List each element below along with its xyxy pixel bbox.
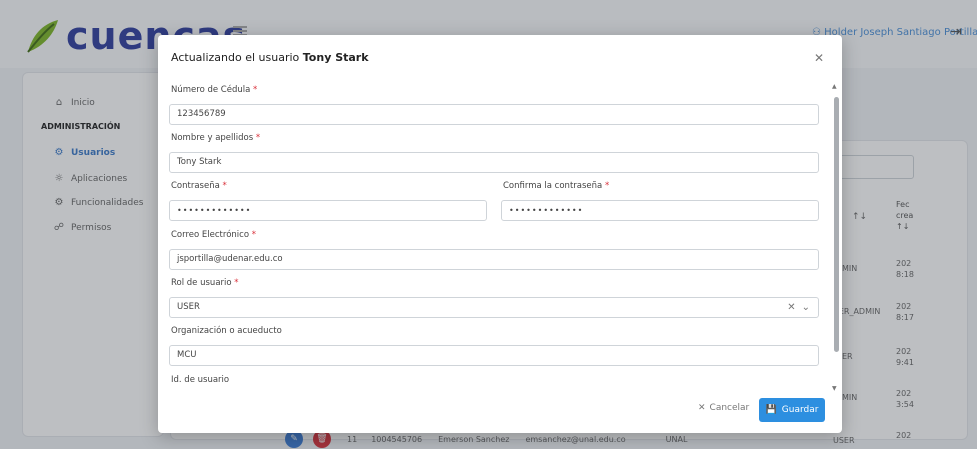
required-mark: * [255, 133, 261, 143]
id-usuario-label: Id. de usuario [171, 375, 229, 385]
save-label: Guardar [781, 405, 819, 415]
required-mark: * [234, 278, 239, 288]
nombre-field[interactable]: Tony Stark [169, 152, 819, 173]
required-mark: * [253, 85, 258, 95]
select-controls: ✕ ⌄ [787, 298, 810, 317]
label-text: Nombre y apellidos [171, 133, 254, 143]
required-mark: * [604, 181, 610, 191]
user-form: Número de Cédula * 123456789 Nombre y ap… [158, 79, 830, 395]
cancel-button[interactable]: ✕ Cancelar [698, 403, 749, 413]
modal-header: Actualizando el usuario Tony Stark ✕ [158, 35, 842, 79]
close-icon[interactable]: ✕ [814, 51, 824, 65]
edit-user-modal: Actualizando el usuario Tony Stark ✕ Núm… [158, 35, 842, 433]
nombre-label: Nombre y apellidos * [171, 133, 260, 143]
save-icon: 💾 [765, 405, 777, 415]
close-icon: ✕ [698, 403, 706, 413]
modal-footer: ✕ Cancelar 💾 Guardar [158, 395, 842, 433]
cedula-label: Número de Cédula * [171, 85, 257, 95]
rol-select-value: USER [177, 302, 200, 312]
label-text: Id. de usuario [171, 375, 230, 385]
required-mark: * [251, 230, 256, 240]
rol-select[interactable]: USER ✕ ⌄ [169, 297, 819, 318]
correo-label: Correo Electrónico * [171, 230, 256, 240]
modal-title: Actualizando el usuario Tony Stark [171, 51, 369, 64]
label-text: Correo Electrónico [171, 230, 250, 240]
organizacion-label: Organización o acueducto [171, 326, 282, 336]
label-text: Rol de usuario [171, 278, 232, 288]
password-field[interactable]: ••••••••••••• [169, 200, 487, 221]
modal-title-user: Tony Stark [302, 51, 369, 64]
label-text: Organización o acueducto [171, 326, 282, 336]
organizacion-field[interactable]: MCU [169, 345, 819, 366]
contrasena-label: Contraseña * [171, 181, 227, 191]
clear-icon[interactable]: ✕ [787, 298, 795, 317]
cedula-field[interactable]: 123456789 [169, 104, 819, 125]
label-text: Número de Cédula [171, 85, 251, 95]
cancel-label: Cancelar [709, 403, 750, 413]
label-text: Confirma la contraseña [503, 181, 603, 191]
modal-scrollbar[interactable]: ▲ ▼ [832, 83, 840, 393]
email-field[interactable]: jsportilla@udenar.edu.co [169, 249, 819, 270]
rol-label: Rol de usuario * [171, 278, 239, 288]
label-text: Contraseña [171, 181, 220, 191]
scroll-thumb[interactable] [834, 97, 839, 352]
confirma-label: Confirma la contraseña * [503, 181, 609, 191]
modal-title-prefix: Actualizando el usuario [171, 51, 300, 64]
scroll-up-icon[interactable]: ▲ [832, 83, 837, 90]
confirm-password-field[interactable]: ••••••••••••• [501, 200, 819, 221]
chevron-down-icon[interactable]: ⌄ [802, 298, 810, 317]
required-mark: * [222, 181, 227, 191]
scroll-down-icon[interactable]: ▼ [832, 385, 837, 392]
save-button[interactable]: 💾 Guardar [759, 398, 825, 422]
